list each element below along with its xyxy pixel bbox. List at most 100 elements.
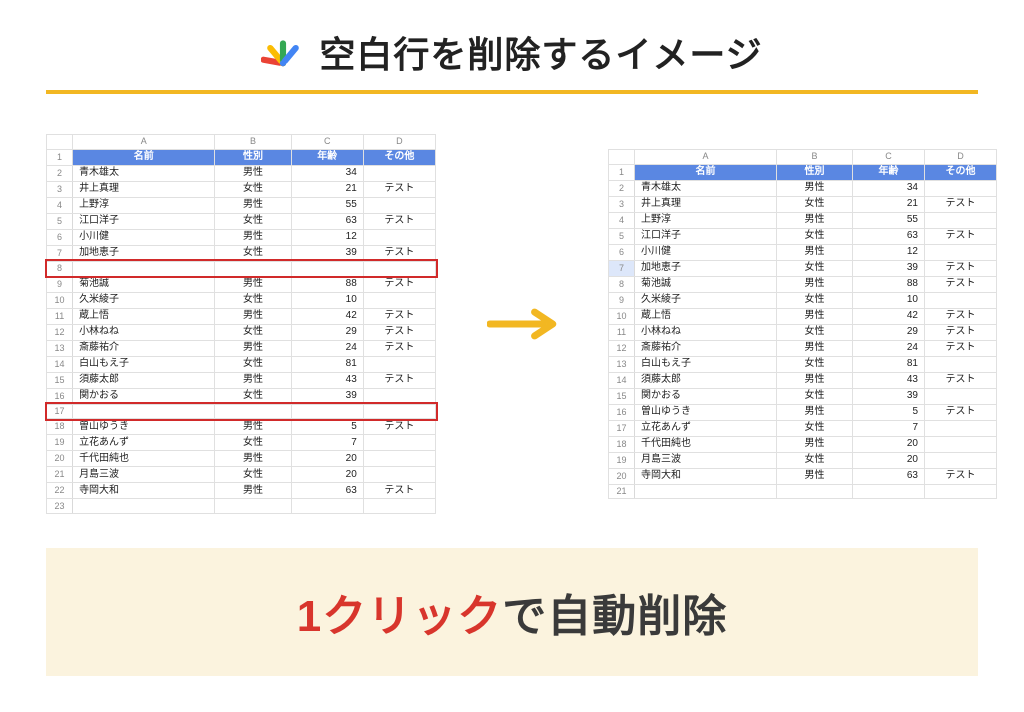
cell-gender: 女性 (215, 245, 291, 261)
row-number: 10 (47, 292, 73, 308)
cell-gender: 女性 (215, 292, 291, 308)
table-row: 10久米綾子女性10 (47, 292, 436, 308)
cell-gender: 男性 (215, 276, 291, 292)
cell-name: 千代田純也 (73, 451, 215, 467)
cell-other: テスト (925, 228, 997, 244)
cell-age: 34 (291, 165, 363, 181)
table-row: 1名前性別年齢その他 (47, 149, 436, 165)
cell-name: 加地恵子 (635, 260, 777, 276)
cell-age: 39 (291, 245, 363, 261)
cell-gender: 男性 (777, 276, 853, 292)
cell-other (925, 420, 997, 436)
row-number: 3 (47, 181, 73, 197)
table-row: 18千代田純也男性20 (609, 436, 997, 452)
table-row: 7加地恵子女性39テスト (609, 260, 997, 276)
cell-name: 小林ねね (73, 324, 215, 340)
table-row: 17立花あんず女性7 (609, 420, 997, 436)
cell-age: 63 (291, 483, 363, 499)
cell-name: 須藤太郎 (635, 372, 777, 388)
cell-other: テスト (363, 276, 435, 292)
cell-name: 立花あんず (635, 420, 777, 436)
header-age: 年齢 (853, 164, 925, 180)
cell-other: テスト (363, 181, 435, 197)
table-row: 9菊池誠男性88テスト (47, 276, 436, 292)
row-number: 22 (47, 483, 73, 499)
cell-other: テスト (925, 404, 997, 420)
table-row: 14須藤太郎男性43テスト (609, 372, 997, 388)
row-number: 10 (609, 308, 635, 324)
cell-other: テスト (925, 276, 997, 292)
cell-other (363, 388, 435, 404)
row-number: 20 (47, 451, 73, 467)
table-row: 18曽山ゆうき男性5テスト (47, 419, 436, 435)
cell-gender: 男性 (215, 197, 291, 213)
row-number: 8 (47, 261, 73, 276)
cell-age: 20 (291, 451, 363, 467)
cell-gender: 男性 (777, 244, 853, 260)
cell-other (925, 244, 997, 260)
cell-name: 小川健 (635, 244, 777, 260)
row-number: 6 (47, 229, 73, 245)
cell-age: 24 (853, 340, 925, 356)
cell-age: 21 (853, 196, 925, 212)
spreadsheet-before: ABCD1名前性別年齢その他2青木雄太男性343井上真理女性21テスト4上野淳男… (46, 134, 436, 514)
cell-name: 関かおる (635, 388, 777, 404)
cell-gender: 女性 (777, 356, 853, 372)
cell-other: テスト (363, 419, 435, 435)
cell-age: 7 (291, 435, 363, 451)
cell-gender: 男性 (777, 436, 853, 452)
row-number: 1 (47, 149, 73, 165)
table-row: 6小川健男性12 (47, 229, 436, 245)
cell-other (925, 292, 997, 308)
row-number: 9 (609, 292, 635, 308)
cell-name: 井上真理 (73, 181, 215, 197)
cell-age: 12 (291, 229, 363, 245)
cell-gender: 女性 (777, 324, 853, 340)
row-number: 17 (47, 404, 73, 419)
row-number: 11 (609, 324, 635, 340)
table-row: 9久米綾子女性10 (609, 292, 997, 308)
cell-name: 井上真理 (635, 196, 777, 212)
cell-name: 江口洋子 (73, 213, 215, 229)
cell-gender: 女性 (777, 420, 853, 436)
table-row: 7加地恵子女性39テスト (47, 245, 436, 261)
cell-name: 千代田純也 (635, 436, 777, 452)
col-letter: A (73, 134, 215, 149)
cell-other (925, 436, 997, 452)
cell-name: 蔵上悟 (635, 308, 777, 324)
cell-age: 43 (291, 372, 363, 388)
cell-other: テスト (363, 213, 435, 229)
cell-age: 42 (853, 308, 925, 324)
cell-name: 月島三波 (73, 467, 215, 483)
table-row: 21 (609, 484, 997, 499)
cell-age: 81 (853, 356, 925, 372)
cell-other: テスト (925, 324, 997, 340)
cell-other (925, 388, 997, 404)
cell-gender: 女性 (215, 181, 291, 197)
header-gender: 性別 (777, 164, 853, 180)
table-row: 12小林ねね女性29テスト (47, 324, 436, 340)
cell-age: 63 (291, 213, 363, 229)
cell-gender: 男性 (777, 180, 853, 196)
cell-name: 江口洋子 (635, 228, 777, 244)
cell-other: テスト (363, 245, 435, 261)
cell-name: 白山もえ子 (635, 356, 777, 372)
cell-gender: 男性 (215, 340, 291, 356)
cell-age: 39 (853, 260, 925, 276)
table-row: 16曽山ゆうき男性5テスト (609, 404, 997, 420)
cell-other: テスト (925, 340, 997, 356)
col-letter: B (215, 134, 291, 149)
table-row: 2青木雄太男性34 (609, 180, 997, 196)
cell-gender: 男性 (777, 372, 853, 388)
row-number: 18 (609, 436, 635, 452)
cell-name: 菊池誠 (73, 276, 215, 292)
table-row: 3井上真理女性21テスト (609, 196, 997, 212)
table-row: 5江口洋子女性63テスト (47, 213, 436, 229)
caption-red: 1クリック (297, 592, 502, 641)
cell-gender: 男性 (777, 468, 853, 484)
table-row: 11蔵上悟男性42テスト (47, 308, 436, 324)
cell-gender: 男性 (215, 483, 291, 499)
cell-age: 29 (853, 324, 925, 340)
cell-name: 寺岡大和 (73, 483, 215, 499)
cell-age: 55 (853, 212, 925, 228)
